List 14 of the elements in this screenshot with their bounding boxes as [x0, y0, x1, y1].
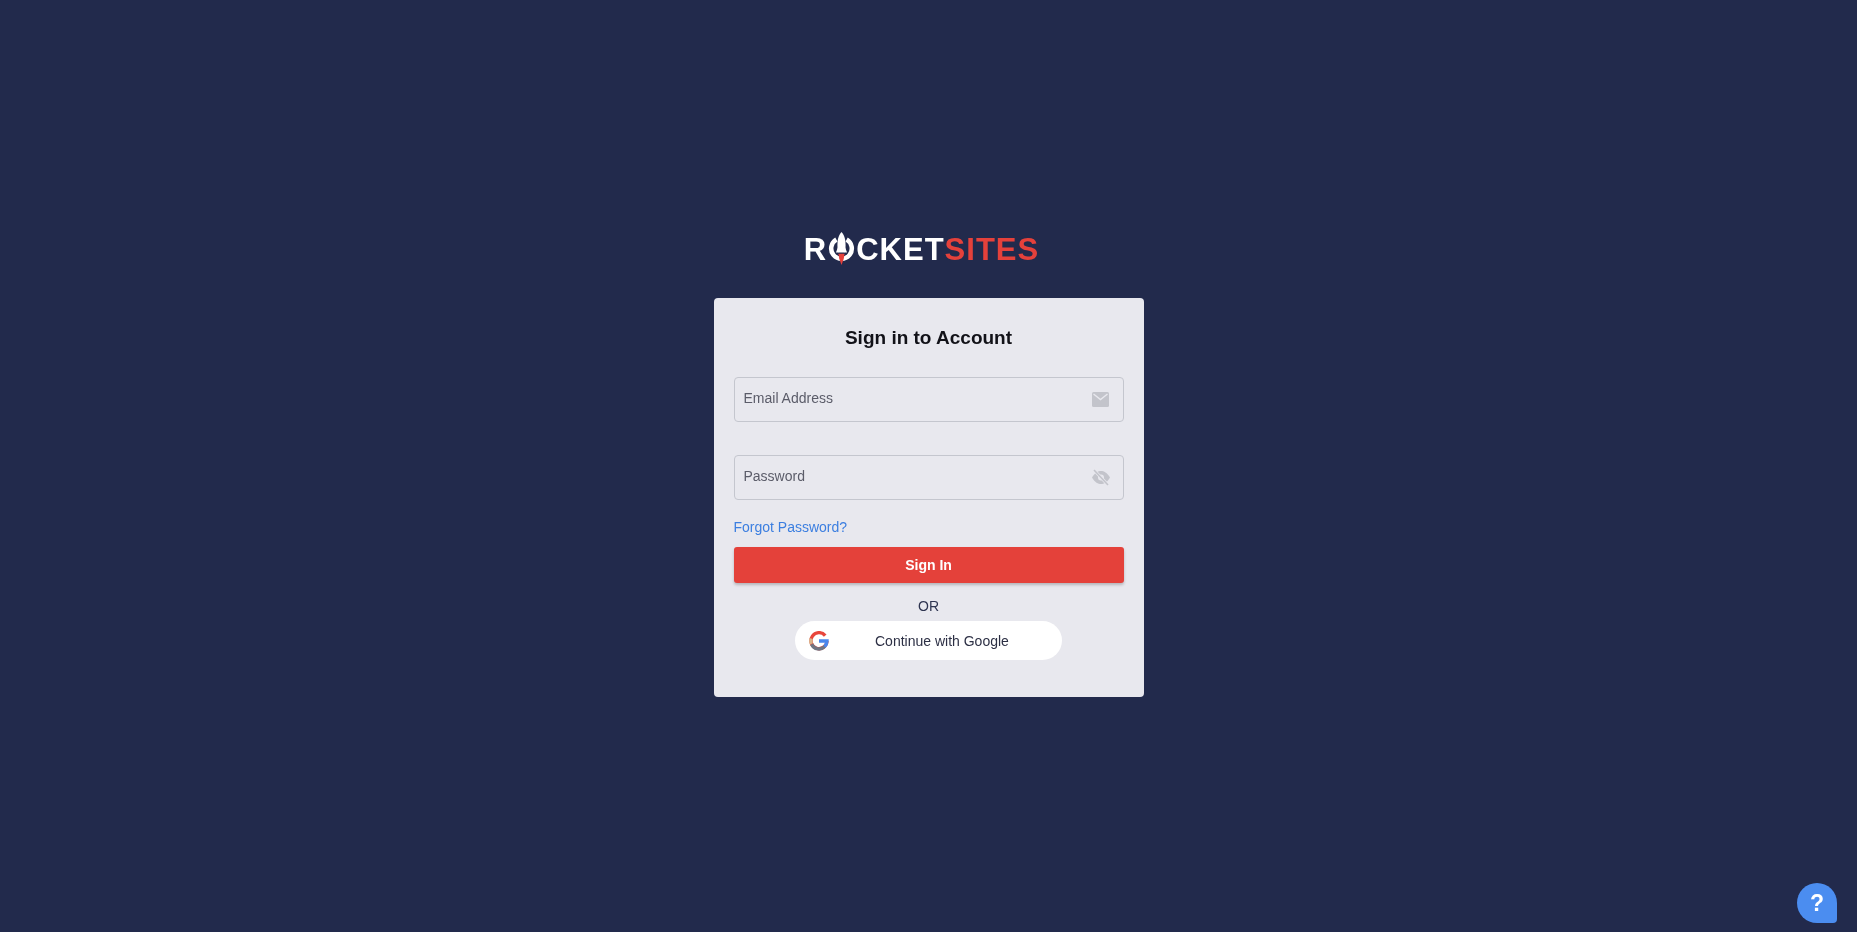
- google-sign-in-button[interactable]: Continue with Google: [795, 621, 1062, 660]
- card-title: Sign in to Account: [843, 326, 1014, 350]
- rocket-icon: [828, 231, 856, 266]
- logo-accent-text: SITES: [944, 232, 1040, 267]
- email-field[interactable]: Email Address: [733, 377, 1124, 422]
- forgot-password-link[interactable]: Forgot Password?: [733, 518, 848, 536]
- password-field[interactable]: Password: [733, 455, 1124, 500]
- sign-in-button[interactable]: Sign In: [733, 547, 1124, 583]
- logo-text: R: [803, 232, 828, 267]
- help-button[interactable]: ?: [1797, 883, 1837, 923]
- eye-off-icon[interactable]: [1090, 469, 1111, 486]
- or-divider-text: OR: [918, 597, 939, 615]
- logo-text: CKET: [856, 232, 945, 267]
- google-g-icon: [809, 630, 829, 651]
